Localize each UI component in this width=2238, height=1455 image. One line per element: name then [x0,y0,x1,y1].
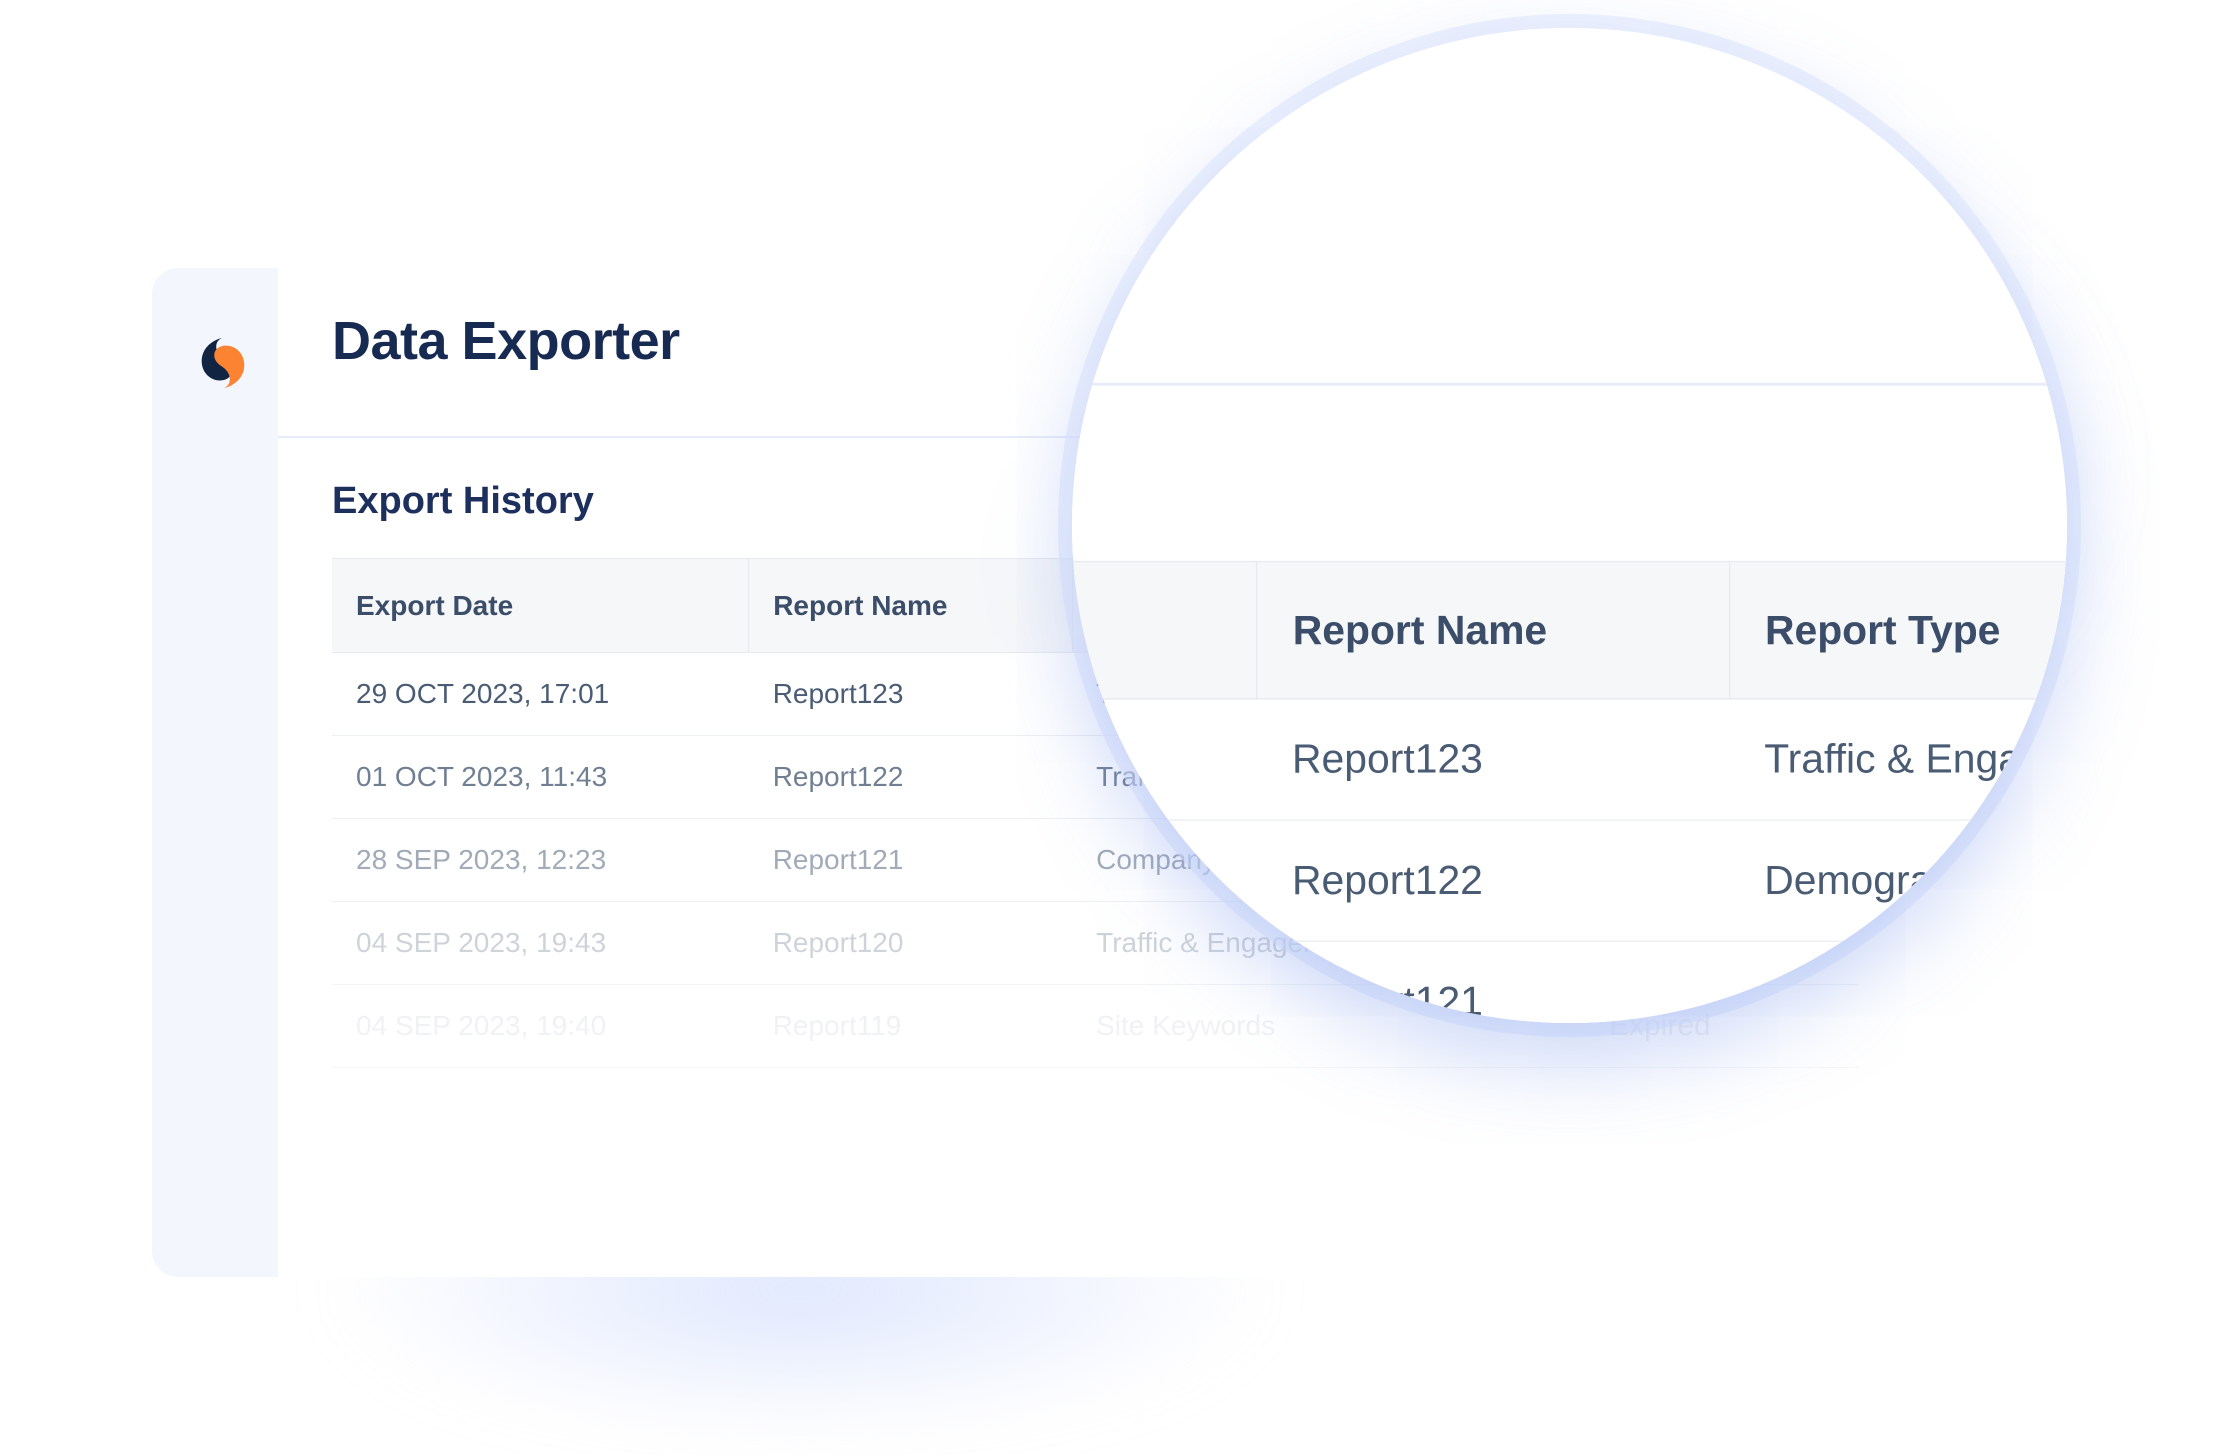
magnified-page-title: Data Exporter [1072,199,1156,290]
magnifier-lens: Data Exporter + New report Export Histor… [1072,28,2067,1023]
page-title: Data Exporter [332,310,680,372]
magnified-export-history-table: Export Date Report Name Report Type Stat… [1072,561,2067,1023]
cell-export-date: 04 SEP 2023, 19:40 [332,985,749,1068]
cell-export-date: 01 OCT 2023, 11:43 [332,736,749,819]
cell-report-name: Report121 [749,819,1072,902]
cell-report-name: Report123 [749,653,1072,736]
magnified-table-header: Export Date Report Name Report Type Stat… [1072,562,2067,699]
cell-report-type: Company Info [1729,941,2067,1023]
cell-report-name: Report119 [749,985,1072,1068]
cell-export-date: 29 OCT 2023, 17:01 [1072,699,1257,820]
column-header-report-type[interactable]: Report Type [1729,562,2067,699]
cell-report-name: Report120 [749,902,1072,985]
magnified-table-body: 29 OCT 2023, 17:01 Report123 Traffic & E… [1072,699,2067,1023]
magnified-header: Data Exporter + New report [1072,138,2067,386]
cell-export-date: 28 SEP 2023, 12:23 [1072,941,1257,1023]
column-header-export-date[interactable]: Export Date [1072,562,1257,699]
table-row[interactable]: 01 OCT 2023, 11:43 Report122 Demographic… [1072,820,2067,941]
table-header-row: Export Date Report Name Report Type Stat… [1072,562,2067,699]
section-title: Export History [332,480,594,523]
lens-viewport: Data Exporter + New report Export Histor… [1072,28,2067,1023]
cell-export-date: 04 SEP 2023, 19:43 [332,902,749,985]
screenshot-stage: Data Exporter + New report Export Histor… [0,0,2238,1455]
magnified-panel: Data Exporter + New report Export Histor… [1072,138,2067,1024]
column-header-export-date[interactable]: Export Date [332,559,749,653]
similarweb-logo-icon [192,332,254,394]
cell-report-type: Traffic & Engagement [1729,699,2067,820]
table-row[interactable]: 29 OCT 2023, 17:01 Report123 Traffic & E… [1072,699,2067,820]
table-row[interactable]: 28 SEP 2023, 12:23 Report121 Company Inf… [1072,941,2067,1023]
magnified-card: Data Exporter + New report Export Histor… [1072,138,2067,1024]
cell-export-date: 28 SEP 2023, 12:23 [332,819,749,902]
cell-report-name: Report121 [1257,941,1729,1023]
cell-report-type: Demographics [1729,820,2067,941]
column-header-report-name[interactable]: Report Name [749,559,1072,653]
cell-report-name: Report122 [1257,820,1729,941]
cell-report-name: Report123 [1257,699,1729,820]
cell-export-date: 29 OCT 2023, 17:01 [332,653,749,736]
cell-report-name: Report122 [749,736,1072,819]
lens-content: Data Exporter + New report Export Histor… [1072,138,2067,1024]
column-header-report-name[interactable]: Report Name [1257,562,1729,699]
cell-export-date: 01 OCT 2023, 11:43 [1072,820,1257,941]
